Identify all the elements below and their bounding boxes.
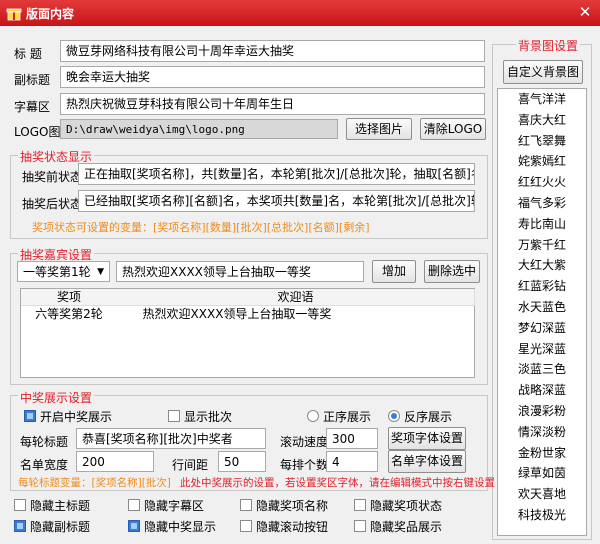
add-button[interactable]: 增加	[372, 260, 416, 283]
title-label: 标 题	[14, 47, 42, 61]
hide-prize-show-label: 隐藏奖品展示	[370, 520, 443, 534]
theme-list-item[interactable]: 喜气洋洋	[498, 89, 586, 110]
subtitle-label: 副标题	[14, 73, 51, 87]
select-image-button[interactable]: 选择图片	[346, 118, 412, 140]
theme-list-item[interactable]: 寿比南山	[498, 214, 586, 235]
column-header-prize[interactable]: 奖项	[21, 289, 118, 306]
after-status-label: 抽奖后状态	[22, 197, 83, 211]
round-title-input[interactable]: 恭喜[奖项名称][批次]中奖者	[76, 428, 266, 449]
title-bar: 版面内容 ✕	[0, 0, 600, 26]
gift-icon	[6, 8, 22, 21]
round-title-label: 每轮标题	[20, 435, 69, 449]
order-asc-label: 正序展示	[323, 410, 372, 424]
custom-background-button[interactable]: 自定义背景图	[503, 60, 583, 84]
hide-main-title-label: 隐藏主标题	[30, 499, 91, 513]
name-width-input[interactable]: 200	[76, 451, 154, 472]
table-row-greeting[interactable]: 热烈欢迎XXXX领导上台抽取一等奖	[117, 306, 357, 322]
logo-path-input[interactable]: D:\draw\weidya\img\logo.png	[60, 119, 338, 139]
delete-selected-button[interactable]: 删除选中	[424, 260, 480, 283]
marquee-label: 字幕区	[14, 100, 51, 114]
theme-list-item[interactable]: 喜庆大红	[498, 110, 586, 131]
chevron-down-icon: ▼	[97, 267, 104, 277]
theme-list-item[interactable]: 情深淡粉	[498, 422, 586, 443]
order-desc-radio[interactable]	[388, 410, 400, 422]
enable-show-checkbox[interactable]	[24, 410, 36, 422]
theme-list-item[interactable]: 欢天喜地	[498, 484, 586, 505]
hide-prize-name-label: 隐藏奖项名称	[256, 499, 329, 513]
theme-list[interactable]: 喜气洋洋 喜庆大红 红飞翠舞 姹紫嫣红 红红火火 福气多彩 寿比南山 万紫千红 大红大紫 红蓝彩钻…	[497, 88, 587, 536]
name-font-button[interactable]: 名单字体设置	[388, 450, 466, 473]
show-batch-label: 显示批次	[184, 410, 233, 424]
show-batch-checkbox[interactable]	[168, 410, 180, 422]
hide-subtitle-checkbox[interactable]	[14, 520, 26, 532]
greeting-input[interactable]: 热烈欢迎XXXX领导上台抽取一等奖	[116, 261, 364, 282]
row-spacing-input[interactable]: 50	[218, 451, 266, 472]
hide-prize-status-checkbox[interactable]	[354, 499, 366, 511]
hide-prize-status-label: 隐藏奖项状态	[370, 499, 443, 513]
hide-prize-name-checkbox[interactable]	[240, 499, 252, 511]
hide-scroll-button-label: 隐藏滚动按钮	[256, 520, 329, 534]
theme-list-item[interactable]: 淡蓝三色	[498, 359, 586, 380]
clear-logo-button[interactable]: 清除LOGO	[420, 118, 486, 140]
theme-list-item[interactable]: 红红火火	[498, 172, 586, 193]
hide-prize-show-checkbox[interactable]	[354, 520, 366, 532]
subtitle-input[interactable]: 晚会幸运大抽奖	[60, 66, 485, 88]
theme-list-item[interactable]: 姹紫嫣红	[498, 151, 586, 172]
before-status-label: 抽奖前状态	[22, 170, 83, 184]
theme-list-item[interactable]: 大红大紫	[498, 255, 586, 276]
theme-list-item[interactable]: 福气多彩	[498, 193, 586, 214]
status-vars-hint: 奖项状态可设置的变量：[奖项名称][数量][批次][总批次][名额][剩余]	[32, 221, 370, 234]
prize-font-button[interactable]: 奖项字体设置	[388, 427, 466, 450]
round-select-value: 一等奖第1轮	[23, 265, 91, 279]
theme-list-item[interactable]: 水天蓝色	[498, 297, 586, 318]
table-row-prize[interactable]: 六等奖第2轮	[21, 306, 117, 322]
scroll-speed-label: 滚动速度	[280, 435, 329, 449]
scroll-speed-input[interactable]: 300	[326, 428, 378, 449]
hide-marquee-checkbox[interactable]	[128, 499, 140, 511]
theme-list-item[interactable]: 金粉世家	[498, 443, 586, 464]
title-input[interactable]: 微豆芽网络科技有限公司十周年幸运大抽奖	[60, 40, 485, 62]
enable-show-label: 开启中奖展示	[40, 410, 113, 424]
close-icon[interactable]: ✕	[576, 3, 594, 21]
theme-list-item[interactable]: 浪漫彩粉	[498, 401, 586, 422]
column-header-greeting[interactable]: 欢迎语	[117, 289, 475, 306]
theme-list-item[interactable]: 星光深蓝	[498, 339, 586, 360]
before-status-input[interactable]: 正在抽取[奖项名称]，共[数量]名，本轮第[批次]/[总批次]轮，抽取[名额]名…	[78, 163, 475, 185]
order-desc-label: 反序展示	[404, 410, 453, 424]
display-group-title: 中奖展示设置	[18, 389, 95, 406]
hide-main-title-checkbox[interactable]	[14, 499, 26, 511]
theme-list-item[interactable]: 绿草如茵	[498, 463, 586, 484]
theme-list-item[interactable]: 红蓝彩钻	[498, 276, 586, 297]
hide-subtitle-label: 隐藏副标题	[30, 520, 91, 534]
after-status-input[interactable]: 已经抽取[奖项名称][名额]名，本奖项共[数量]名，本轮第[批次]/[总批次]轮…	[78, 190, 475, 212]
theme-list-item[interactable]: 万紫千红	[498, 235, 586, 256]
per-row-input[interactable]: 4	[326, 451, 378, 472]
round-title-vars: 每轮标题变量：[奖项名称][批次]	[18, 477, 171, 489]
hide-marquee-label: 隐藏字幕区	[144, 499, 205, 513]
round-select[interactable]: 一等奖第1轮 ▼	[17, 261, 110, 282]
name-width-label: 名单宽度	[20, 458, 69, 472]
hide-winner-show-checkbox[interactable]	[128, 520, 140, 532]
theme-list-item[interactable]: 科技极光	[498, 505, 586, 526]
window-title: 版面内容	[26, 7, 75, 21]
background-group-title: 背景图设置	[516, 37, 581, 54]
guest-table[interactable]: 奖项 欢迎语 六等奖第2轮 热烈欢迎XXXX领导上台抽取一等奖	[20, 288, 475, 378]
row-spacing-label: 行间距	[172, 458, 209, 472]
theme-list-item[interactable]: 红飞翠舞	[498, 131, 586, 152]
marquee-input[interactable]: 热烈庆祝微豆芽科技有限公司十年周年生日	[60, 93, 485, 115]
hide-winner-show-label: 隐藏中奖显示	[144, 520, 217, 534]
theme-list-item[interactable]: 战略深蓝	[498, 380, 586, 401]
theme-list-item[interactable]: 梦幻深蓝	[498, 318, 586, 339]
display-warning: 此处中奖展示的设置，若设置奖区字体，请在编辑模式中按右键设置	[180, 477, 495, 489]
hide-scroll-button-checkbox[interactable]	[240, 520, 252, 532]
per-row-label: 每排个数	[280, 458, 329, 472]
order-asc-radio[interactable]	[307, 410, 319, 422]
